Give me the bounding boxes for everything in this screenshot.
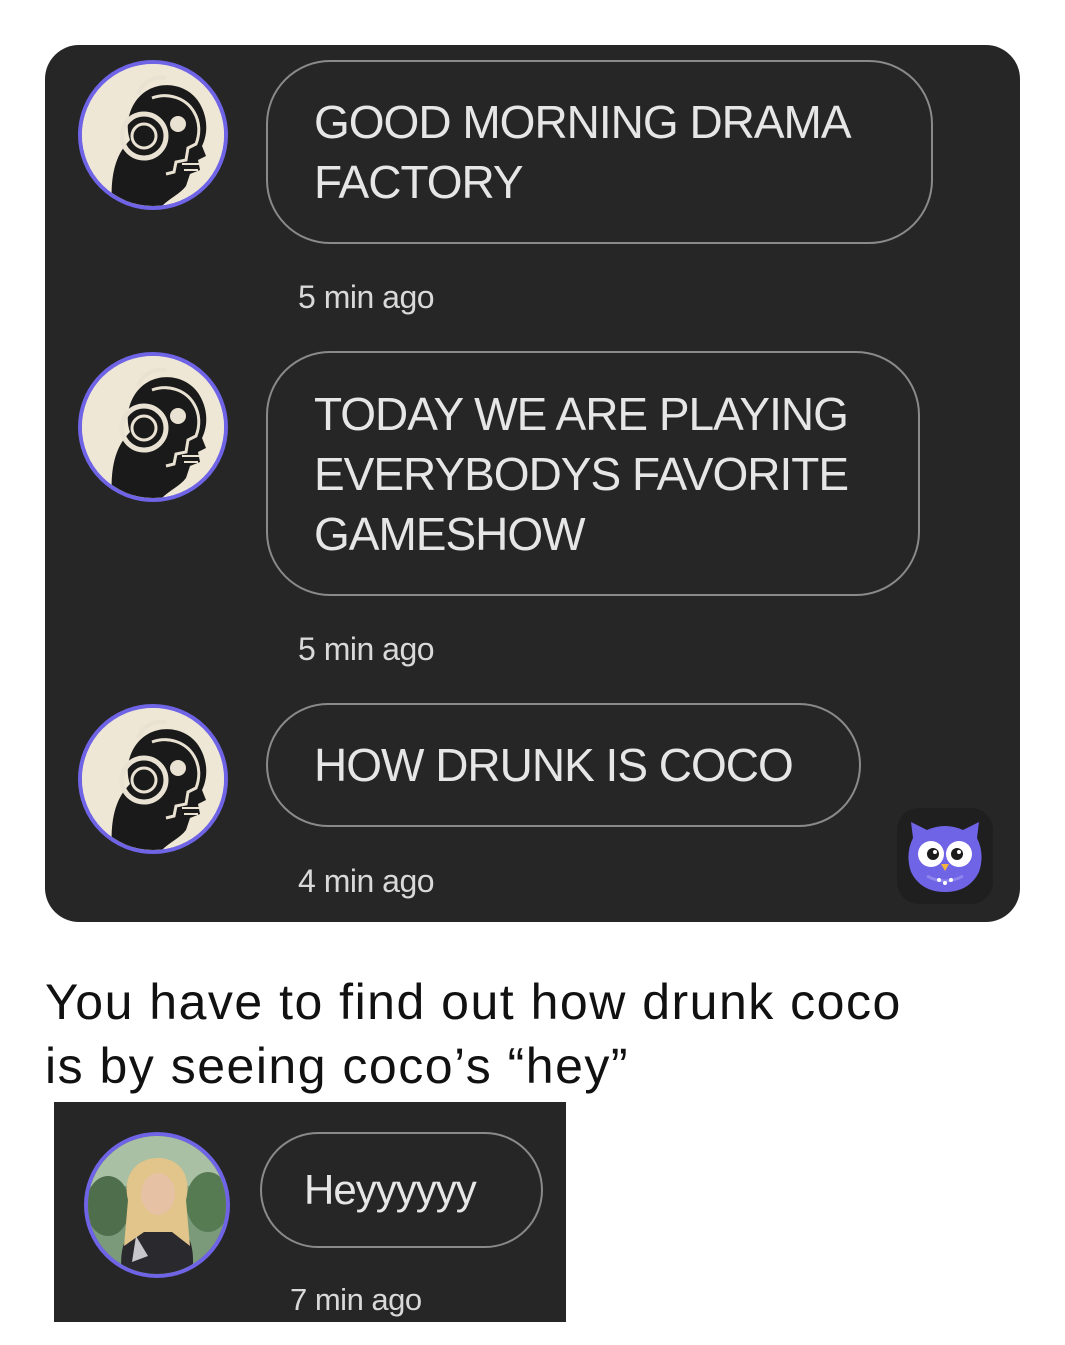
message-timestamp: 5 min ago xyxy=(298,279,435,315)
profile-photo-icon xyxy=(88,1136,226,1274)
reply-text: Heyyyyyy xyxy=(304,1166,477,1213)
message-text-line: EVERYBODYS FAVORITE xyxy=(314,447,849,500)
message-text-line: GAMESHOW xyxy=(314,507,586,560)
owl-icon xyxy=(908,822,982,892)
message-timestamp: 4 min ago xyxy=(298,863,435,899)
chat-panel: GOOD MORNING DRAMA FACTORY 5 min ago TOD… xyxy=(45,45,1020,922)
message-timestamp: 5 min ago xyxy=(298,631,435,667)
profile-photo-avatar[interactable] xyxy=(84,1132,230,1278)
skull-headphones-icon xyxy=(82,356,224,498)
sender-avatar[interactable] xyxy=(78,352,228,502)
message-text-line: HOW DRUNK IS COCO xyxy=(314,739,794,791)
sender-avatar[interactable] xyxy=(78,704,228,854)
sender-avatar[interactable] xyxy=(78,60,228,210)
caption-line: is by seeing coco’s “hey” xyxy=(45,1038,630,1094)
skull-headphones-icon xyxy=(82,708,224,850)
message-text-line: TODAY WE ARE PLAYING xyxy=(314,387,849,440)
message-text-line: FACTORY xyxy=(314,156,524,208)
message-bubble[interactable]: TODAY WE ARE PLAYING EVERYBODYS FAVORITE… xyxy=(266,351,920,596)
reply-bubble[interactable]: Heyyyyyy xyxy=(260,1132,543,1248)
message-text-line: GOOD MORNING DRAMA xyxy=(314,96,852,148)
skull-headphones-icon xyxy=(82,64,224,206)
message-bubble[interactable]: HOW DRUNK IS COCO xyxy=(266,703,861,827)
caption-line: You have to find out how drunk coco xyxy=(45,974,902,1030)
caption-text: You have to find out how drunk coco is b… xyxy=(45,970,1035,1098)
reply-panel: Heyyyyyy 7 min ago xyxy=(54,1102,566,1322)
owl-app-button[interactable] xyxy=(897,808,993,904)
reply-timestamp: 7 min ago xyxy=(290,1282,422,1317)
message-bubble[interactable]: GOOD MORNING DRAMA FACTORY xyxy=(266,60,933,244)
